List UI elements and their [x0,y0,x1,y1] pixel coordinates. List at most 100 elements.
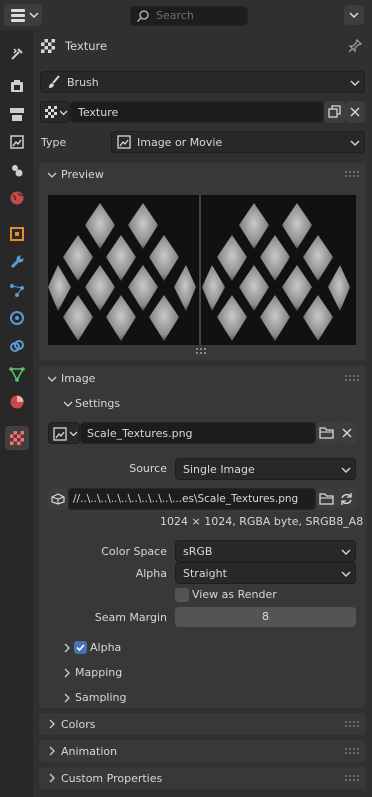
chevron-right-icon [64,693,70,703]
unlink-texture-button[interactable] [345,101,365,123]
options-dropdown-button[interactable] [344,5,364,25]
source-dropdown[interactable]: Single Image [175,458,356,480]
package-icon [51,493,65,505]
tab-material[interactable] [5,390,29,414]
context-title: Texture [65,39,108,53]
drag-grip-icon[interactable] [345,775,359,781]
chevron-down-icon [341,549,351,555]
search-field[interactable]: Search [130,6,248,26]
texture-user-dropdown[interactable]: Brush [40,71,365,93]
search-icon [137,10,149,22]
duplicate-icon [328,105,341,118]
texture-name-value: Texture [78,106,119,119]
tab-object[interactable] [5,222,29,246]
material-icon [10,395,24,409]
properties-tabs [0,30,33,797]
duplicate-texture-button[interactable] [324,101,345,123]
tab-physics[interactable] [5,306,29,330]
texture-preview-image [48,195,356,345]
chevron-down-icon [350,140,360,146]
tab-constraints[interactable] [5,334,29,358]
properties-editor-icon [11,9,39,22]
close-icon [342,428,352,438]
chevron-down-icon [70,431,78,437]
mapping-subpanel-header[interactable]: Mapping [59,663,259,683]
chevron-down-icon [350,80,360,86]
texture-name-field[interactable]: Texture [70,101,324,123]
image-browse-button[interactable] [48,422,80,444]
view-as-render-checkbox[interactable] [175,588,189,602]
filepath-field[interactable]: //..\..\..\..\..\..\..\..\..\...es\Scale… [68,488,316,510]
seam-margin-field[interactable]: 8 [175,607,356,627]
tab-output[interactable] [5,102,29,126]
wrench-icon [10,255,24,269]
sampling-subpanel-header[interactable]: Sampling [59,688,259,708]
chevron-down-icon [60,110,68,116]
colors-panel-header[interactable]: Colors [39,713,366,735]
drag-grip-icon[interactable] [345,171,359,177]
scene-icon [12,165,23,177]
tab-render[interactable] [5,74,29,98]
chevron-right-icon [64,668,70,678]
reload-image-button[interactable] [337,488,356,510]
texture-browse-button[interactable] [40,101,70,123]
custom-properties-panel-header[interactable]: Custom Properties [39,767,366,789]
drag-grip-icon[interactable] [345,748,359,754]
open-image-button[interactable] [316,422,337,444]
editor-type-button[interactable] [4,4,42,26]
resize-grip-icon[interactable] [196,348,208,354]
alpha-checkbox[interactable] [74,641,87,654]
pin-icon[interactable] [347,38,363,54]
seam-margin-label: Seam Margin [94,611,167,624]
texture-checker-icon [41,39,55,53]
close-icon [350,107,360,117]
unlink-image-button[interactable] [337,422,356,444]
image-name-value: Scale_Textures.png [87,427,193,440]
colors-panel-title: Colors [61,718,96,731]
color-space-value: sRGB [183,545,213,558]
type-value: Image or Movie [137,136,223,149]
tab-texture[interactable] [5,426,29,450]
tab-particles[interactable] [5,278,29,302]
color-space-dropdown[interactable]: sRGB [175,540,356,562]
settings-subpanel-header[interactable]: Settings [59,392,259,414]
chevron-down-icon [47,172,57,178]
alpha-subpanel-header[interactable]: Alpha [59,638,259,658]
animation-panel-title: Animation [61,745,118,758]
browse-filepath-button[interactable] [316,488,337,510]
view-layer-icon [10,135,24,149]
tab-view-layer[interactable] [5,130,29,154]
tab-scene[interactable] [5,158,29,182]
source-value: Single Image [183,463,255,476]
render-icon [11,80,23,92]
alpha-label: Alpha [135,567,167,580]
tab-world[interactable] [5,186,29,210]
preview-panel-header[interactable]: Preview [39,163,366,186]
settings-subpanel-title: Settings [75,397,121,410]
drag-grip-icon[interactable] [345,375,359,381]
reload-icon [341,493,352,505]
drag-grip-icon[interactable] [345,721,359,727]
chevron-right-icon [64,643,70,653]
texture-checker-icon [10,431,24,445]
preview-title: Preview [61,168,104,181]
sampling-subpanel-title: Sampling [75,691,127,704]
custom-properties-panel-title: Custom Properties [61,772,163,785]
type-dropdown[interactable]: Image or Movie [111,131,365,153]
folder-icon [319,427,334,439]
animation-panel-header[interactable]: Animation [39,740,366,762]
chevron-down-icon [341,571,351,577]
filepath-value: //..\..\..\..\..\..\..\..\..\...es\Scale… [73,493,299,505]
texture-user-value: Brush [67,76,99,89]
pack-file-button[interactable] [48,488,68,510]
tab-tool[interactable] [5,42,29,66]
alpha-mode-dropdown[interactable]: Straight [175,562,356,584]
chevron-right-icon [49,719,55,729]
tab-data[interactable] [5,362,29,386]
tab-modifiers[interactable] [5,250,29,274]
image-panel-header[interactable]: Image [39,366,366,390]
image-name-field[interactable]: Scale_Textures.png [80,422,316,444]
chevron-right-icon [49,773,55,783]
constraints-icon [10,340,24,352]
image-icon [117,135,131,149]
